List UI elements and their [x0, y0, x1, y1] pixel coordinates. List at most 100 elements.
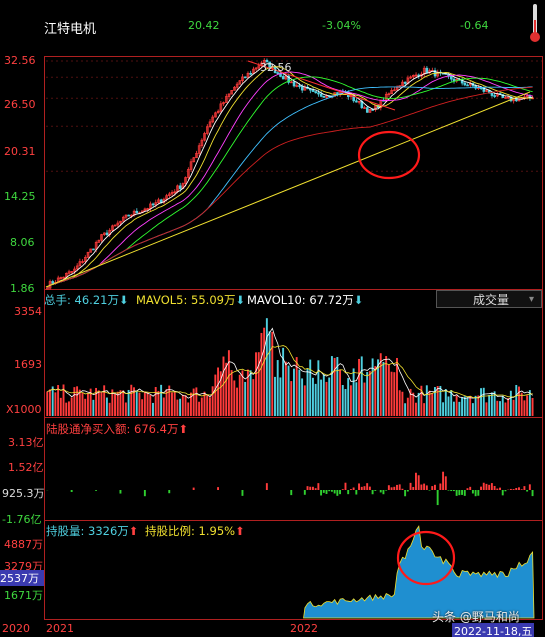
candle-body — [425, 67, 429, 74]
volume-bar — [309, 359, 312, 416]
net-inflow-bar — [344, 482, 347, 490]
volume-bar — [176, 399, 179, 416]
net-inflow-bar — [433, 484, 436, 490]
net-inflow-bar — [512, 489, 515, 490]
net-inflow-bar — [463, 490, 466, 496]
net-inflow-bar — [371, 490, 374, 495]
volume-bar — [507, 398, 510, 416]
volume-bar — [320, 379, 323, 416]
net-inflow-bar — [461, 490, 464, 495]
net-inflow-bar — [493, 485, 496, 490]
ma5-line — [47, 63, 533, 289]
volume-bar — [477, 395, 480, 416]
candle-body — [127, 214, 130, 217]
volume-bar — [279, 377, 282, 416]
volume-bar — [276, 360, 279, 416]
net-inflow-bar — [409, 482, 412, 490]
volume-bar — [358, 358, 360, 416]
net-inflow-bar — [311, 486, 314, 490]
net-inflow-bar — [417, 475, 420, 490]
candle-body — [355, 100, 358, 103]
net-inflow-bar — [404, 490, 407, 497]
flow-tick-1: 3.13亿 — [8, 436, 44, 449]
x-last-date: 2022-11-18,五 — [452, 623, 535, 637]
volume-bar — [100, 392, 103, 416]
net-inflow-bar — [385, 490, 388, 491]
volume-bar — [452, 401, 455, 416]
volume-bar — [92, 399, 95, 416]
candle-body — [452, 78, 456, 82]
volume-bar — [138, 392, 141, 416]
net-inflow-bar — [382, 490, 385, 495]
peak-price-label: 32.56 — [260, 61, 292, 74]
candle-body — [365, 107, 369, 113]
volume-bar — [398, 390, 401, 416]
net-inflow-bar — [423, 483, 426, 490]
volume-bar — [168, 385, 171, 416]
volume-tick-mid: 1693 — [14, 358, 42, 371]
volume-bar — [509, 390, 512, 416]
annotation-circle-price — [357, 130, 421, 180]
volume-bar — [401, 391, 404, 416]
volume-bar — [303, 385, 306, 416]
volume-bar — [184, 395, 187, 416]
volume-bar — [290, 381, 293, 416]
volume-bar — [344, 389, 347, 416]
volume-bar — [496, 400, 499, 416]
volume-bar — [442, 402, 445, 416]
volume-bar — [499, 401, 501, 416]
net-inflow-bar — [168, 490, 171, 494]
x-label-2022: 2022 — [290, 622, 318, 635]
volume-bar — [480, 388, 482, 416]
hold-tick-3: 1671万 — [4, 589, 43, 602]
volume-bar — [263, 327, 266, 416]
volume-bar — [108, 402, 111, 416]
volume-bar — [471, 403, 474, 416]
volume-bar — [59, 397, 62, 416]
volume-bar — [349, 385, 352, 416]
volume-bar — [222, 356, 225, 416]
volume-bar — [274, 376, 276, 416]
volume-bar — [67, 401, 70, 416]
volume-bar — [265, 318, 268, 416]
candle-body — [178, 185, 182, 189]
net-inflow-bar — [387, 485, 390, 490]
volume-bar — [130, 384, 133, 416]
price-tick-4: 14.25 — [4, 190, 36, 203]
volume-bar — [149, 395, 152, 416]
volume-bar — [230, 370, 233, 416]
candle-body — [292, 81, 296, 87]
net-inflow-bar — [366, 483, 369, 490]
net-inflow-bar — [336, 490, 339, 496]
volume-bar — [179, 398, 182, 416]
volume-bar — [488, 394, 491, 416]
candle-body — [463, 82, 467, 86]
candle-body — [450, 75, 453, 80]
volume-bar — [86, 393, 89, 416]
volume-bar — [301, 378, 304, 416]
net-inflow-bar — [485, 483, 488, 490]
net-inflow-bar — [518, 487, 520, 490]
net-inflow-bar — [396, 484, 398, 490]
price-tick-1: 32.56 — [4, 54, 36, 67]
volume-bar — [162, 397, 165, 416]
indicator-selector[interactable]: 成交量 ▾ — [436, 290, 542, 308]
volume-bar — [135, 390, 138, 416]
net-inflow-bar — [482, 482, 485, 490]
candle-body — [243, 76, 247, 79]
net-inflow-bar — [374, 490, 377, 491]
volume-bar — [284, 361, 287, 416]
volume-bar — [463, 396, 466, 416]
net-inflow-bar — [515, 487, 518, 490]
net-inflow-bar — [447, 490, 450, 491]
volume-bar — [124, 402, 127, 416]
net-inflow-bar — [322, 490, 325, 493]
volume-bar — [526, 395, 529, 416]
holding-area — [303, 525, 535, 619]
volume-bar — [236, 387, 238, 416]
ma30-line — [47, 76, 533, 289]
mavol5-label: MAVOL5: 55.09万⬇ — [136, 293, 246, 307]
net-inflow-bar — [290, 490, 293, 496]
volume-bar — [306, 368, 309, 416]
volume-bar — [70, 397, 73, 416]
